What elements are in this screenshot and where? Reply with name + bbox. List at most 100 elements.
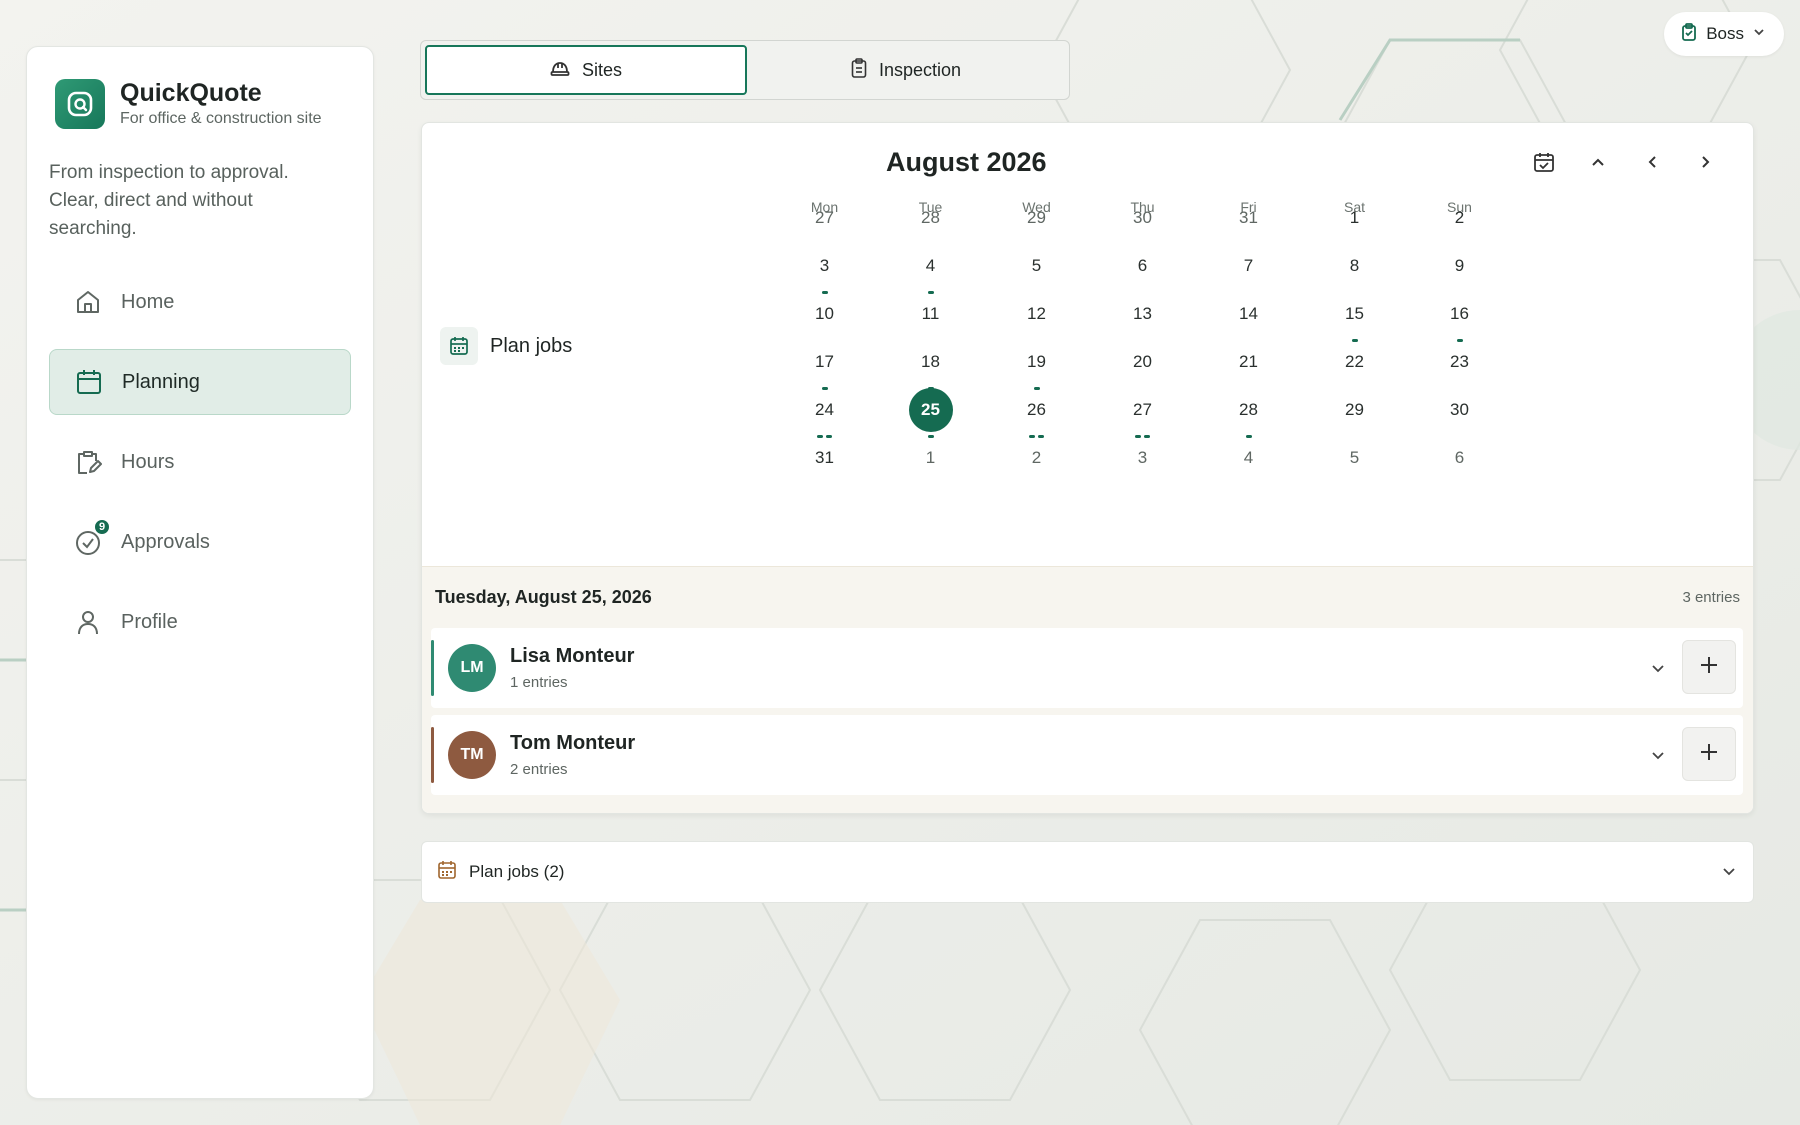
- chevron-down-icon[interactable]: [1645, 655, 1671, 681]
- calendar-day-selected[interactable]: 25: [870, 388, 991, 438]
- nav-item-hours[interactable]: Hours: [49, 429, 351, 495]
- day-number: 6: [1454, 448, 1465, 467]
- calendar-day[interactable]: 20: [1082, 340, 1203, 384]
- calendar-day[interactable]: 16: [1399, 292, 1520, 342]
- day-number: 25: [908, 388, 953, 432]
- plan-jobs-collapsible[interactable]: Plan jobs (2): [421, 841, 1754, 903]
- calendar-day[interactable]: 6: [1399, 436, 1520, 480]
- today-button[interactable]: [1529, 149, 1559, 179]
- day-detail-header: Tuesday, August 25, 2026 3 entries: [422, 567, 1753, 627]
- calendar-day[interactable]: 30: [1082, 196, 1203, 240]
- calendar-day[interactable]: 6: [1082, 244, 1203, 288]
- calendar-day[interactable]: 24: [764, 388, 885, 438]
- calendar-check-icon: [1533, 151, 1555, 178]
- day-number: 3: [1137, 448, 1148, 467]
- calendar-day[interactable]: 31: [1188, 196, 1309, 240]
- calendar-day[interactable]: 9: [1399, 244, 1520, 288]
- calendar-day[interactable]: 30: [1399, 388, 1520, 432]
- calendar-day[interactable]: 28: [1188, 388, 1309, 438]
- app-name: QuickQuote: [120, 78, 262, 107]
- day-number: 26: [1027, 400, 1046, 419]
- plan-jobs-text: Plan jobs: [490, 334, 573, 357]
- calendar-day[interactable]: 27: [1082, 388, 1203, 438]
- day-number: 14: [1239, 304, 1258, 323]
- calendar-day[interactable]: 18: [870, 340, 991, 390]
- calendar-icon: [74, 367, 104, 397]
- entries-count: 3 entries: [1682, 588, 1740, 606]
- calendar-day[interactable]: 4: [870, 244, 991, 294]
- calendar-day[interactable]: 13: [1082, 292, 1203, 336]
- collapse-calendar-button[interactable]: [1583, 149, 1613, 179]
- calendar-day[interactable]: 1: [870, 436, 991, 480]
- calendar-day[interactable]: 1: [1294, 196, 1415, 240]
- calendar-day[interactable]: 4: [1188, 436, 1309, 480]
- app-subtitle: For office & construction site: [120, 110, 322, 128]
- nav-item-profile[interactable]: Profile: [49, 589, 351, 655]
- calendar-day[interactable]: 28: [870, 196, 991, 240]
- calendar-day[interactable]: 8: [1294, 244, 1415, 288]
- day-number: 27: [1133, 400, 1152, 419]
- calendar-day[interactable]: 26: [976, 388, 1097, 438]
- view-tabs: Sites Inspection: [420, 40, 1070, 100]
- calendar-day[interactable]: 10: [764, 292, 885, 336]
- nav-item-approvals[interactable]: 9 Approvals: [49, 509, 351, 575]
- calendar-day[interactable]: 14: [1188, 292, 1309, 336]
- nav-label-planning: Planning: [122, 370, 200, 393]
- nav-item-planning[interactable]: Planning: [49, 349, 351, 415]
- calendar-day[interactable]: 3: [764, 244, 885, 294]
- calendar-day[interactable]: 2: [976, 436, 1097, 480]
- calendar-day[interactable]: 12: [976, 292, 1097, 336]
- calendar-day[interactable]: 2: [1399, 196, 1520, 240]
- day-number: 1: [925, 448, 936, 467]
- day-number: 18: [921, 352, 940, 371]
- calendar-day[interactable]: 22: [1294, 340, 1415, 384]
- calendar-icon: [437, 860, 457, 885]
- user-menu-button[interactable]: Boss: [1664, 12, 1784, 56]
- clipboard-check-icon: [1680, 22, 1698, 46]
- chevron-right-icon: [1696, 152, 1716, 177]
- person-row-lisa[interactable]: LM Lisa Monteur 1 entries: [431, 628, 1743, 708]
- tab-inspection[interactable]: Inspection: [747, 45, 1065, 95]
- calendar-day[interactable]: 27: [764, 196, 885, 240]
- add-entry-button[interactable]: [1682, 640, 1736, 694]
- chevron-left-icon: [1642, 152, 1662, 177]
- approvals-badge: 9: [93, 518, 111, 536]
- nav-label-home: Home: [121, 290, 175, 313]
- calendar-day[interactable]: 15: [1294, 292, 1415, 342]
- plan-jobs-label: Plan jobs: [440, 327, 572, 365]
- calendar-day[interactable]: 5: [976, 244, 1097, 288]
- person-row-tom[interactable]: TM Tom Monteur 2 entries: [431, 715, 1743, 795]
- calendar-day[interactable]: 5: [1294, 436, 1415, 480]
- calendar-day[interactable]: 23: [1399, 340, 1520, 384]
- person-name: Tom Monteur: [510, 732, 636, 754]
- day-number: 30: [1450, 400, 1469, 419]
- main-nav: Home Planning Hours 9 Approvals Profile: [49, 269, 351, 655]
- day-number: 6: [1137, 256, 1148, 275]
- hard-hat-icon: [550, 59, 570, 82]
- user-label: Boss: [1706, 24, 1744, 43]
- chevron-down-icon[interactable]: [1645, 742, 1671, 768]
- day-number: 23: [1450, 352, 1469, 371]
- calendar-day[interactable]: 17: [764, 340, 885, 390]
- tab-sites[interactable]: Sites: [425, 45, 747, 95]
- calendar-day[interactable]: 19: [976, 340, 1097, 390]
- brand[interactable]: QuickQuote For office & construction sit…: [49, 79, 351, 129]
- day-number: 31: [1239, 208, 1258, 227]
- day-detail-panel: Tuesday, August 25, 2026 3 entries LM Li…: [422, 566, 1753, 813]
- calendar-day[interactable]: 29: [1294, 388, 1415, 432]
- plus-icon: [1699, 655, 1719, 680]
- nav-item-home[interactable]: Home: [49, 269, 351, 335]
- next-month-button[interactable]: [1691, 149, 1721, 179]
- calendar-day[interactable]: 11: [870, 292, 991, 336]
- day-number: 16: [1450, 304, 1469, 323]
- calendar-icon: [440, 327, 478, 365]
- plan-jobs-collapsible-label: Plan jobs (2): [469, 862, 565, 881]
- calendar-day[interactable]: 21: [1188, 340, 1309, 384]
- add-entry-button[interactable]: [1682, 727, 1736, 781]
- calendar-day[interactable]: 3: [1082, 436, 1203, 480]
- tab-inspection-label: Inspection: [878, 59, 962, 80]
- prev-month-button[interactable]: [1637, 149, 1667, 179]
- calendar-day[interactable]: 7: [1188, 244, 1309, 288]
- calendar-day[interactable]: 31: [764, 436, 885, 480]
- calendar-day[interactable]: 29: [976, 196, 1097, 240]
